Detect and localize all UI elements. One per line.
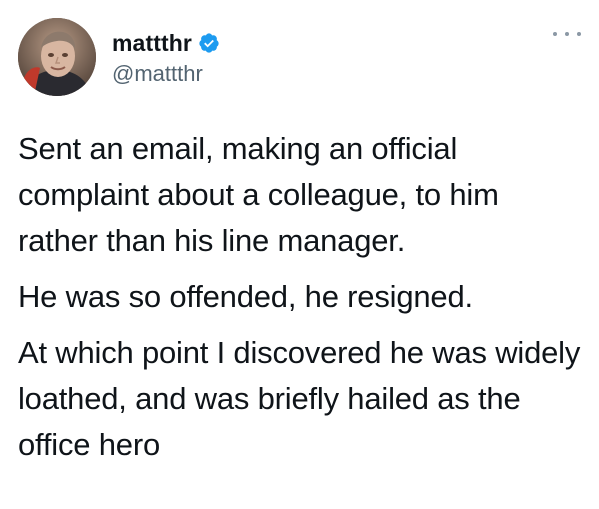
author-display-name[interactable]: mattthr bbox=[112, 28, 192, 58]
verified-badge-icon bbox=[198, 32, 220, 54]
more-dot bbox=[577, 32, 581, 36]
more-dot bbox=[553, 32, 557, 36]
avatar-image bbox=[18, 18, 96, 96]
more-dot bbox=[565, 32, 569, 36]
tweet-card: mattthr @mattthr Sent an email, making a… bbox=[0, 0, 599, 509]
more-options-icon[interactable] bbox=[553, 24, 581, 44]
tweet-paragraph-3: At which point I discovered he was widel… bbox=[18, 335, 581, 462]
author-handle[interactable]: @mattthr bbox=[112, 60, 220, 88]
author-name-row: mattthr bbox=[112, 28, 220, 58]
tweet-header: mattthr @mattthr bbox=[18, 18, 581, 96]
avatar[interactable] bbox=[18, 18, 96, 96]
tweet-paragraph-2: He was so offended, he resigned. bbox=[18, 279, 473, 314]
tweet-body: Sent an email, making an official compla… bbox=[18, 126, 581, 478]
author-identity: mattthr @mattthr bbox=[112, 28, 220, 88]
tweet-paragraph-1: Sent an email, making an official compla… bbox=[18, 131, 499, 258]
